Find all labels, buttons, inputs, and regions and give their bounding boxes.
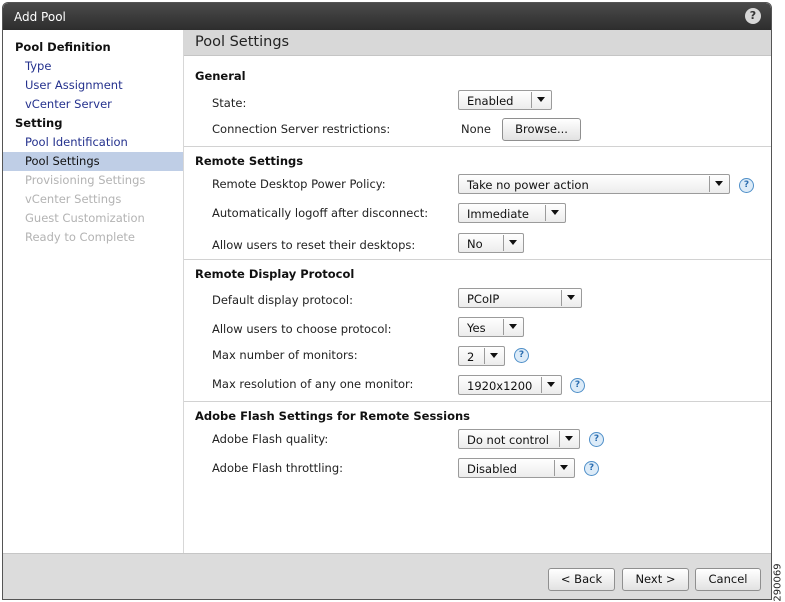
section-title-adobe-flash: Adobe Flash Settings for Remote Sessions xyxy=(195,409,471,423)
chevron-down-icon xyxy=(561,290,581,306)
chevron-down-icon xyxy=(541,377,561,393)
display-protocol-select[interactable]: PCoIP xyxy=(458,288,582,308)
section-title-display-protocol: Remote Display Protocol xyxy=(195,267,355,281)
reset-desktops-label: Allow users to reset their desktops: xyxy=(212,238,416,252)
page-title: Pool Settings xyxy=(195,34,290,50)
dialog-title: Add Pool xyxy=(14,10,66,24)
sidebar-item-vcenter-server[interactable]: vCenter Server xyxy=(3,95,183,114)
chevron-down-icon xyxy=(484,348,504,364)
max-monitors-select[interactable]: 2 xyxy=(458,346,505,366)
sidebar-item-vcenter-settings: vCenter Settings xyxy=(25,192,122,206)
section-divider xyxy=(184,146,771,147)
section-divider xyxy=(184,259,771,260)
main-panel: Pool Settings General State: Enabled Con… xyxy=(184,30,771,553)
display-protocol-label: Default display protocol: xyxy=(212,293,353,307)
help-icon[interactable]: ? xyxy=(739,178,754,193)
state-select[interactable]: Enabled xyxy=(458,90,552,110)
power-policy-select[interactable]: Take no power action xyxy=(458,174,730,194)
reset-desktops-value: No xyxy=(467,237,483,251)
panel-header: Pool Settings xyxy=(184,30,771,56)
flash-quality-label: Adobe Flash quality: xyxy=(212,432,329,446)
choose-protocol-select[interactable]: Yes xyxy=(458,317,524,337)
help-icon[interactable]: ? xyxy=(570,378,585,393)
max-resolution-select[interactable]: 1920x1200 xyxy=(458,375,562,395)
sidebar-item-type[interactable]: Type xyxy=(3,57,183,76)
connection-server-label: Connection Server restrictions: xyxy=(212,122,391,136)
logoff-select[interactable]: Immediate xyxy=(458,203,566,223)
chevron-down-icon xyxy=(503,235,523,251)
chevron-down-icon xyxy=(559,431,579,447)
figure-id: 290069 xyxy=(771,563,785,601)
flash-throttling-value: Disabled xyxy=(467,462,517,476)
choose-protocol-value: Yes xyxy=(467,321,486,335)
chevron-down-icon xyxy=(531,92,551,108)
sidebar-item-pool-identification[interactable]: Pool Identification xyxy=(3,133,183,152)
max-resolution-value: 1920x1200 xyxy=(467,379,533,393)
help-icon[interactable]: ? xyxy=(514,348,529,363)
flash-throttling-label: Adobe Flash throttling: xyxy=(212,461,344,475)
max-monitors-value: 2 xyxy=(467,350,475,364)
chevron-down-icon xyxy=(709,176,729,192)
next-button[interactable]: Next > xyxy=(622,568,689,591)
back-button[interactable]: < Back xyxy=(548,568,615,591)
cancel-button[interactable]: Cancel xyxy=(695,568,761,591)
dialog-footer: < Back Next > Cancel xyxy=(3,553,771,599)
flash-quality-select[interactable]: Do not control xyxy=(458,429,580,449)
wizard-sidebar: Pool Definition Type User Assignment vCe… xyxy=(3,30,184,553)
figure-id-text: 290069 xyxy=(772,563,784,602)
sidebar-item-ready-to-complete: Ready to Complete xyxy=(25,230,135,244)
state-label: State: xyxy=(212,96,247,110)
power-policy-value: Take no power action xyxy=(467,178,589,192)
sidebar-item-pool-settings[interactable]: Pool Settings xyxy=(3,152,183,171)
sidebar-heading-pool-definition: Pool Definition xyxy=(15,40,111,54)
chevron-down-icon xyxy=(554,460,574,476)
help-icon[interactable]: ? xyxy=(589,432,604,447)
add-pool-dialog: Add Pool ? Pool Definition Type User Ass… xyxy=(2,2,772,600)
sidebar-item-provisioning-settings: Provisioning Settings xyxy=(25,173,146,187)
title-bar: Add Pool ? xyxy=(3,3,771,30)
logoff-label: Automatically logoff after disconnect: xyxy=(212,206,429,220)
max-monitors-label: Max number of monitors: xyxy=(212,348,358,362)
power-policy-label: Remote Desktop Power Policy: xyxy=(212,177,386,191)
chevron-down-icon xyxy=(545,205,565,221)
browse-button[interactable]: Browse... xyxy=(502,118,581,141)
help-icon[interactable]: ? xyxy=(584,461,599,476)
reset-desktops-select[interactable]: No xyxy=(458,233,524,253)
connection-server-value: None xyxy=(461,122,492,136)
choose-protocol-label: Allow users to choose protocol: xyxy=(212,322,392,336)
section-divider xyxy=(184,401,771,402)
flash-quality-value: Do not control xyxy=(467,433,549,447)
max-resolution-label: Max resolution of any one monitor: xyxy=(212,377,414,391)
help-icon[interactable]: ? xyxy=(745,8,761,24)
logoff-value: Immediate xyxy=(467,207,529,221)
sidebar-heading-setting: Setting xyxy=(15,116,63,130)
sidebar-item-guest-customization: Guest Customization xyxy=(25,211,145,225)
sidebar-item-user-assignment[interactable]: User Assignment xyxy=(3,76,183,95)
section-title-general: General xyxy=(195,69,246,83)
chevron-down-icon xyxy=(503,319,523,335)
flash-throttling-select[interactable]: Disabled xyxy=(458,458,575,478)
display-protocol-value: PCoIP xyxy=(467,292,500,306)
state-value: Enabled xyxy=(467,94,514,108)
section-title-remote-settings: Remote Settings xyxy=(195,154,304,168)
